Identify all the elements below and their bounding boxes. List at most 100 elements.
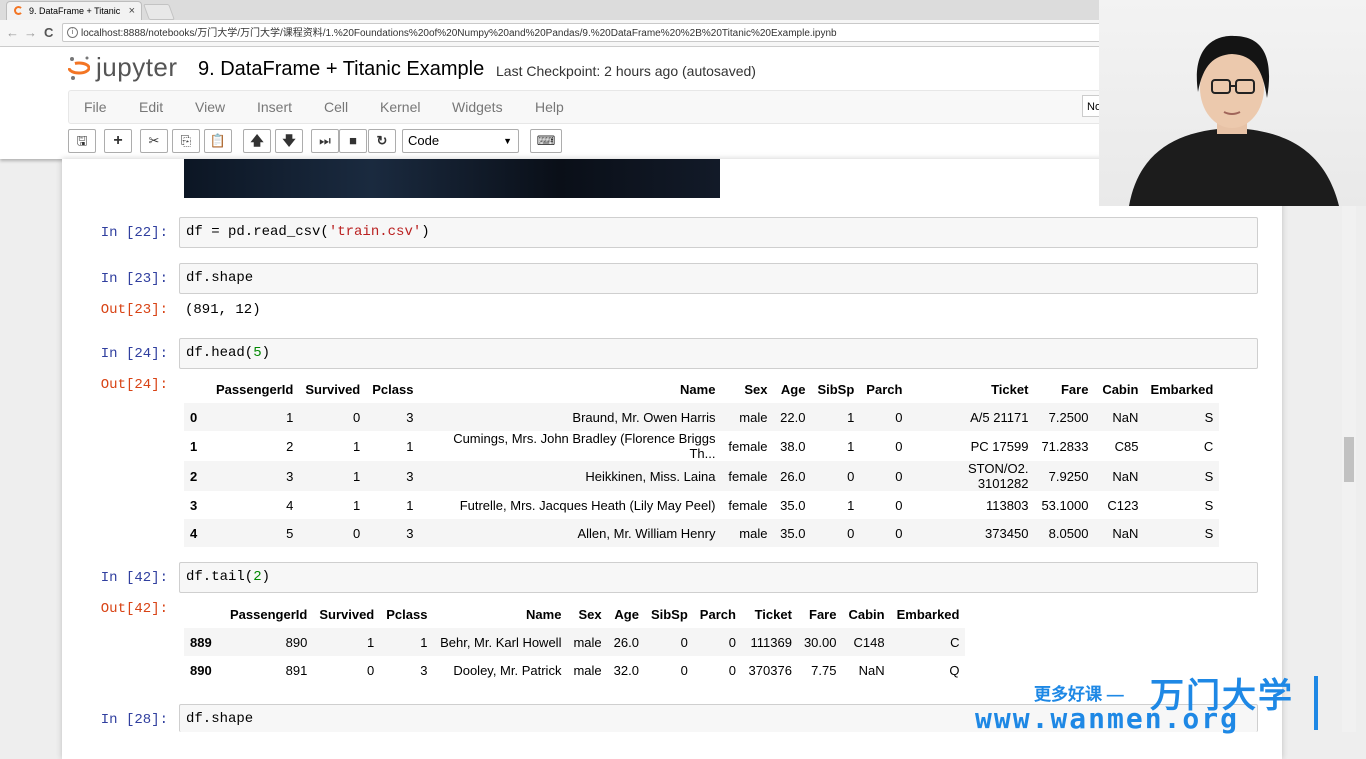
table-cell: 7.9250 <box>1048 468 1089 484</box>
menu-file[interactable]: File <box>84 99 107 115</box>
jupyter-logo-icon[interactable] <box>68 55 90 81</box>
code-cell[interactable]: df.shape <box>179 263 1258 294</box>
tab-title: 9. DataFrame + Titanic <box>29 6 121 16</box>
row-index: 0 <box>190 409 198 425</box>
menu-help[interactable]: Help <box>535 99 564 115</box>
index-header <box>184 375 210 403</box>
code-string: 'train.csv' <box>328 224 422 240</box>
table-cell: 0 <box>895 497 903 513</box>
webcam-overlay <box>1099 0 1366 206</box>
table-cell: 0 <box>728 662 736 678</box>
row-index: 2 <box>190 468 198 484</box>
plus-icon[interactable]: + <box>104 129 132 153</box>
code-text: ) <box>261 569 271 585</box>
table-cell: S <box>1204 409 1214 425</box>
copy-icon[interactable]: ⎘ <box>172 129 200 153</box>
stop-icon[interactable]: ■ <box>339 129 367 153</box>
table-cell: Heikkinen, Miss. Laina <box>585 468 716 484</box>
table-cell: 1 <box>847 438 855 454</box>
table-cell: 4 <box>286 497 294 513</box>
checkpoint-status: Last Checkpoint: 2 hours ago (autosaved) <box>496 63 756 79</box>
table-cell: A/5 21171 <box>970 409 1029 425</box>
tab-close-icon[interactable]: × <box>129 2 135 20</box>
cell-type-select[interactable]: Code ▼ <box>402 129 519 153</box>
menu-kernel[interactable]: Kernel <box>380 99 420 115</box>
jupyter-logo-text[interactable]: jupyter <box>96 52 178 83</box>
table-cell: Cumings, Mrs. John Bradley (Florence Bri… <box>453 431 716 461</box>
table-cell: Dooley, Mr. Patrick <box>453 662 562 678</box>
table-cell: STON/O2. 3101282 <box>967 461 1029 491</box>
cut-icon[interactable]: ✂ <box>140 129 168 153</box>
url-text: localhost:8888/notebooks/万门大学/万门大学/课程资料/… <box>81 28 837 39</box>
menu-widgets[interactable]: Widgets <box>452 99 503 115</box>
table-cell: 1 <box>406 438 414 454</box>
menu-edit[interactable]: Edit <box>139 99 163 115</box>
save-icon[interactable]: 🖫 <box>68 129 96 153</box>
code-text: df.head( <box>186 345 254 361</box>
column-header: Pclass <box>386 606 428 622</box>
reload-icon[interactable]: C <box>44 25 53 40</box>
table-cell: female <box>728 468 768 484</box>
new-tab-button[interactable] <box>143 4 175 20</box>
browser-tab[interactable]: 9. DataFrame + Titanic × <box>6 1 142 20</box>
column-header: SibSp <box>817 381 855 397</box>
table-cell: C123 <box>1107 497 1139 513</box>
table-cell: 0 <box>895 409 903 425</box>
table-cell: 0 <box>367 662 375 678</box>
dataframe-tail-table: PassengerId Survived Pclass Name Sex Age… <box>184 600 966 684</box>
table-cell: 1 <box>353 468 361 484</box>
table-cell: 22.0 <box>780 409 806 425</box>
code-line: df = pd.read_csv('train.csv') <box>186 224 430 240</box>
forward-icon[interactable]: → <box>24 25 37 40</box>
column-header: Survived <box>319 606 375 622</box>
table-cell: 53.1000 <box>1041 497 1089 513</box>
menu-cell[interactable]: Cell <box>324 99 348 115</box>
output-prompt: Out[42]: <box>100 601 168 617</box>
table-cell: C <box>950 634 960 650</box>
table-cell: Allen, Mr. William Henry <box>577 525 716 541</box>
code-cell[interactable]: df.head(5) <box>179 338 1258 369</box>
arrow-up-icon[interactable]: 🡅 <box>243 129 271 153</box>
kernel-indicator[interactable]: No <box>1082 95 1100 117</box>
row-index: 4 <box>190 525 198 541</box>
column-header: Sex <box>578 606 602 622</box>
table-cell: Q <box>949 662 960 678</box>
run-icon[interactable]: ⏭ <box>311 129 339 153</box>
code-cell[interactable]: df.tail(2) <box>179 562 1258 593</box>
cell-type-value: Code <box>408 133 440 148</box>
restart-icon[interactable]: ↻ <box>368 129 396 153</box>
table-cell: S <box>1204 468 1214 484</box>
table-cell: 0 <box>895 438 903 454</box>
table-cell: S <box>1204 525 1214 541</box>
table-cell: male <box>739 525 768 541</box>
table-cell: male <box>739 409 768 425</box>
table-cell: 373450 <box>985 525 1029 541</box>
column-header: Ticket <box>754 606 792 622</box>
output-text: (891, 12) <box>185 302 261 318</box>
index-header <box>184 600 224 628</box>
menu-view[interactable]: View <box>195 99 225 115</box>
arrow-down-icon[interactable]: 🡇 <box>275 129 303 153</box>
menu-insert[interactable]: Insert <box>257 99 292 115</box>
row-index: 889 <box>190 634 212 650</box>
input-prompt: In [24]: <box>100 346 168 362</box>
table-cell: NaN <box>1112 468 1139 484</box>
url-field[interactable]: i localhost:8888/notebooks/万门大学/万门大学/课程资… <box>62 23 1102 42</box>
table-cell: 890 <box>285 634 308 650</box>
code-line: df.shape <box>186 711 254 727</box>
table-cell: 111369 <box>750 634 792 650</box>
notebook-title[interactable]: 9. DataFrame + Titanic Example <box>198 58 484 81</box>
table-cell: 0 <box>895 525 903 541</box>
output-prompt: Out[24]: <box>100 377 168 393</box>
scrollbar-thumb[interactable] <box>1344 437 1354 482</box>
table-cell: 370376 <box>748 662 792 678</box>
code-text: df.tail( <box>186 569 254 585</box>
column-header: Parch <box>866 381 903 397</box>
keyboard-icon[interactable]: ⌨ <box>530 129 562 153</box>
column-header: Ticket <box>991 381 1029 397</box>
code-cell[interactable]: df = pd.read_csv('train.csv') <box>179 217 1258 248</box>
paste-icon[interactable]: 📋 <box>204 129 232 153</box>
column-header: Survived <box>305 381 361 397</box>
back-icon[interactable]: ← <box>6 25 19 40</box>
jupyter-favicon-icon <box>14 6 23 15</box>
